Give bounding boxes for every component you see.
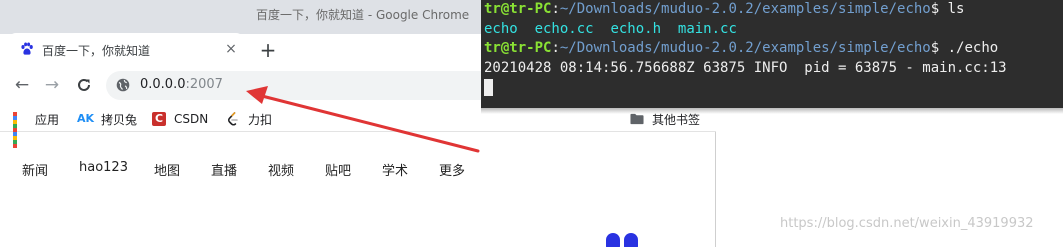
nav-link-tieba[interactable]: 贴吧 <box>325 160 351 179</box>
terminal-shadow <box>481 108 1063 114</box>
terminal-window[interactable]: tr@tr-PC:~/Downloads/muduo-2.0.2/example… <box>481 0 1063 108</box>
file-entry: main.cc <box>677 20 737 37</box>
nav-link-map[interactable]: 地图 <box>154 160 180 179</box>
leetcode-logo-icon <box>228 112 238 126</box>
file-entry: echo <box>484 20 518 37</box>
bookmark-leetcode[interactable]: 力扣 <box>226 110 272 128</box>
apps-grid-icon <box>13 112 27 148</box>
tab-title: 百度一下，你就知道 <box>42 44 151 58</box>
baidu-paw-icon <box>21 42 33 55</box>
close-icon[interactable]: × <box>224 42 238 56</box>
csdn-logo-icon: C <box>152 112 166 126</box>
bookmark-leetcode-label: 力扣 <box>248 112 273 127</box>
nav-link-more[interactable]: 更多 <box>439 160 465 179</box>
file-entry: echo.h <box>610 20 662 37</box>
nav-link-xueshu[interactable]: 学术 <box>382 160 408 179</box>
prompt-path: ~/Downloads/muduo-2.0.2/examples/simple/… <box>559 40 931 56</box>
bookmark-csdn[interactable]: C CSDN <box>152 110 208 128</box>
file-entry: echo.cc <box>534 20 594 37</box>
back-button[interactable]: ← <box>13 76 31 94</box>
reload-button[interactable] <box>75 76 93 94</box>
url-host: 0.0.0.0 <box>140 77 186 92</box>
window-title: 百度一下，你就知道 - Google Chrome <box>256 8 470 22</box>
nav-link-news[interactable]: 新闻 <box>22 160 48 179</box>
terminal-line-1: tr@tr-PC:~/Downloads/muduo-2.0.2/example… <box>484 0 1063 20</box>
akb-logo-icon: AK <box>77 112 95 125</box>
terminal-line-5 <box>484 78 1063 98</box>
baidu-logo-icon <box>606 233 638 247</box>
terminal-line-4: 20210428 08:14:56.756688Z 63875 INFO pid… <box>484 59 1063 79</box>
prompt-user: tr@tr-PC <box>484 1 552 17</box>
command-run-echo: $ ./echo <box>930 40 999 56</box>
globe-icon <box>116 78 130 92</box>
prompt-path: ~/Downloads/muduo-2.0.2/examples/simple/… <box>559 1 931 17</box>
bookmark-apps-label: 应用 <box>35 112 60 127</box>
terminal-cursor <box>484 78 493 96</box>
nav-link-hao123[interactable]: hao123 <box>79 160 128 175</box>
prompt-separator: : <box>551 40 560 56</box>
folder-icon <box>630 113 644 125</box>
baidu-top-nav: 新闻 hao123 地图 直播 视频 贴吧 学术 更多 <box>0 132 716 212</box>
reload-icon <box>78 78 90 91</box>
bookmark-akb-label: 拷贝兔 <box>101 112 138 127</box>
watermark: https://blog.csdn.net/weixin_43919932 <box>780 216 1034 231</box>
nav-link-video[interactable]: 视频 <box>268 160 294 179</box>
prompt-user: tr@tr-PC <box>484 40 552 56</box>
command-ls: $ ls <box>930 1 965 17</box>
tab-baidu[interactable]: 百度一下，你就知道 × <box>8 33 244 66</box>
terminal-line-3: tr@tr-PC:~/Downloads/muduo-2.0.2/example… <box>484 39 1063 59</box>
prompt-separator: : <box>551 1 560 17</box>
bookmark-csdn-label: CSDN <box>174 112 209 126</box>
url-port: :2007 <box>185 77 223 92</box>
terminal-line-2: echo echo.cc echo.h main.cc <box>484 20 1063 40</box>
nav-link-live[interactable]: 直播 <box>211 160 237 179</box>
new-tab-button[interactable]: + <box>258 40 278 60</box>
log-output: 20210428 08:14:56.756688Z 63875 INFO pid… <box>484 59 1007 76</box>
bookmark-akb[interactable]: AK 拷贝兔 <box>77 110 137 128</box>
url-text[interactable]: 0.0.0.0:2007 <box>140 77 223 92</box>
forward-button[interactable]: → <box>43 76 61 94</box>
bookmark-apps[interactable]: 应用 <box>13 110 60 148</box>
